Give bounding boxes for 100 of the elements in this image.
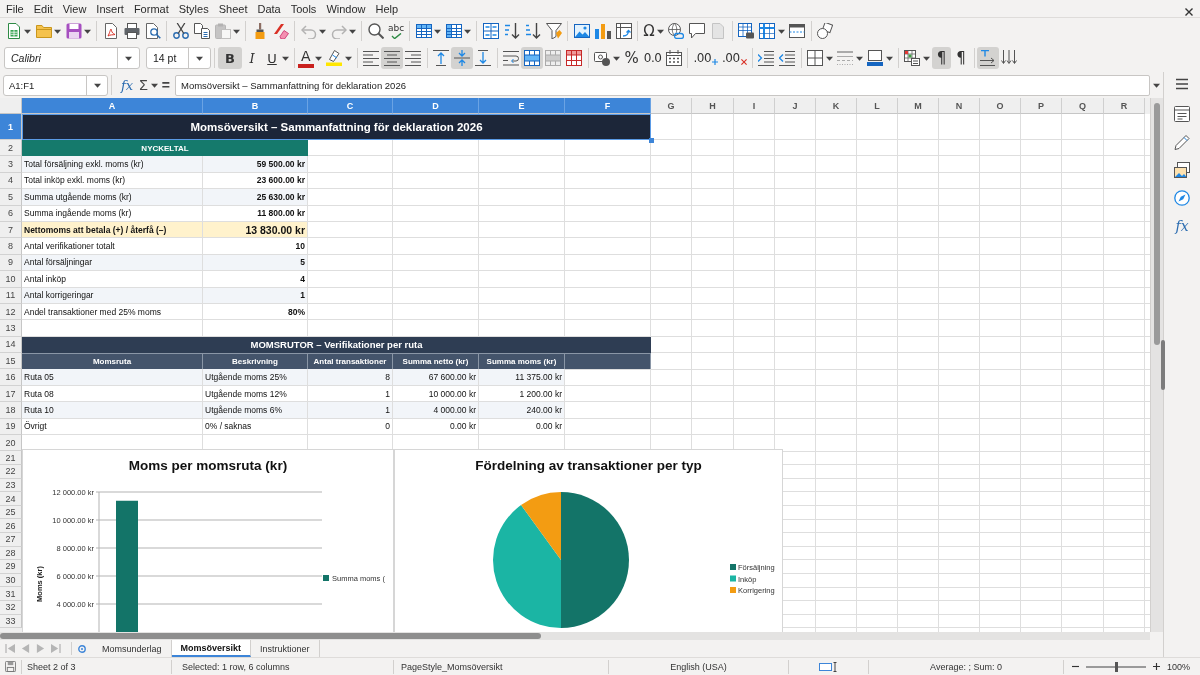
- gallery-icon[interactable]: [1174, 162, 1190, 178]
- selection-mode-icon[interactable]: [818, 661, 839, 672]
- menu-item[interactable]: Format: [128, 2, 174, 15]
- menu-item[interactable]: Help: [370, 2, 404, 15]
- column-header[interactable]: J: [775, 98, 816, 114]
- border-color-icon[interactable]: [867, 50, 884, 66]
- column-header[interactable]: D: [393, 98, 479, 114]
- align-top-icon[interactable]: [433, 50, 450, 66]
- vertical-text-icon[interactable]: [1001, 50, 1018, 66]
- shapes-icon[interactable]: [817, 23, 834, 39]
- align-center-icon[interactable]: [381, 47, 404, 69]
- row-header[interactable]: 2: [0, 140, 22, 157]
- zoom-in-icon[interactable]: [1153, 663, 1160, 670]
- sidebar-grip[interactable]: [1161, 340, 1165, 390]
- column-header[interactable]: O: [980, 98, 1021, 114]
- scrollbar-thumb[interactable]: [1154, 103, 1160, 345]
- increase-indent-icon[interactable]: [758, 50, 775, 66]
- caret-icon[interactable]: [314, 54, 322, 62]
- add-decimal-button[interactable]: .00: [691, 47, 721, 69]
- percent-format-button[interactable]: %: [621, 47, 642, 69]
- formula-input[interactable]: Momsöversikt – Sammanfattning för deklaration 2026: [175, 74, 1150, 96]
- pen-icon[interactable]: [1174, 134, 1190, 150]
- row-header[interactable]: 10: [0, 271, 22, 288]
- table-rows-icon[interactable]: [415, 23, 432, 39]
- vertical-scrollbar[interactable]: [1150, 98, 1163, 632]
- sort-icon[interactable]: [482, 23, 499, 39]
- row-header[interactable]: 20: [0, 435, 22, 452]
- column-header[interactable]: K: [816, 98, 857, 114]
- magnifier-icon[interactable]: [367, 23, 384, 39]
- column-header[interactable]: G: [651, 98, 692, 114]
- caret-icon[interactable]: [24, 27, 31, 35]
- caret-icon[interactable]: [922, 54, 930, 62]
- borders-icon[interactable]: [807, 50, 824, 66]
- caret-icon[interactable]: [612, 54, 620, 62]
- column-header[interactable]: I: [734, 98, 775, 114]
- left-to-right-button[interactable]: ¶: [931, 47, 952, 69]
- name-box[interactable]: A1:F1: [3, 74, 108, 96]
- menu-item[interactable]: Window: [321, 2, 371, 15]
- sheet-tab[interactable]: Instruktioner: [251, 640, 320, 657]
- caret-icon[interactable]: [125, 54, 132, 62]
- language-text[interactable]: English (USA): [670, 661, 727, 672]
- image-icon[interactable]: [573, 23, 590, 39]
- freeze-table-icon[interactable]: [759, 23, 776, 39]
- bold-button[interactable]: B: [218, 47, 242, 69]
- right-to-left-button[interactable]: ¶: [951, 47, 971, 69]
- pdf-document-icon[interactable]: [102, 23, 119, 39]
- caret-icon[interactable]: [319, 27, 326, 35]
- italic-button[interactable]: I: [242, 47, 262, 69]
- caret-icon[interactable]: [233, 27, 240, 35]
- wrap-text-icon[interactable]: [503, 50, 520, 66]
- table-printer-icon[interactable]: [738, 23, 755, 39]
- menu-icon[interactable]: [1174, 76, 1190, 92]
- underline-button[interactable]: U: [262, 47, 282, 69]
- scissors-icon[interactable]: [172, 23, 189, 39]
- column-header[interactable]: F: [565, 98, 651, 114]
- copy-icon[interactable]: [193, 23, 210, 39]
- column-header[interactable]: Q: [1062, 98, 1104, 114]
- caret-icon[interactable]: [84, 27, 91, 35]
- caret-icon[interactable]: [1153, 81, 1160, 89]
- caret-icon[interactable]: [150, 81, 158, 89]
- spreadsheet-icon[interactable]: [5, 23, 22, 39]
- text-direction-icon[interactable]: [977, 47, 1000, 69]
- horizontal-scrollbar[interactable]: [0, 632, 1150, 640]
- row-header[interactable]: 21: [0, 451, 22, 465]
- column-header[interactable]: H: [692, 98, 734, 114]
- caret-icon[interactable]: [656, 27, 664, 35]
- zoom-level-text[interactable]: 100%: [1167, 661, 1191, 672]
- row-header[interactable]: 5: [0, 189, 22, 206]
- spelling-button[interactable]: abc: [386, 20, 407, 42]
- sort-descending-icon[interactable]: [524, 23, 541, 39]
- align-right-icon[interactable]: [405, 50, 422, 66]
- caret-icon[interactable]: [54, 27, 61, 35]
- printer-icon[interactable]: [123, 23, 140, 39]
- merge-cells-icon[interactable]: [521, 47, 544, 69]
- fill-handle[interactable]: [649, 138, 654, 143]
- caret-icon[interactable]: [282, 54, 289, 62]
- sort-ascending-icon[interactable]: [503, 23, 520, 39]
- table-columns-icon[interactable]: [445, 23, 462, 39]
- row-header[interactable]: 13: [0, 320, 22, 337]
- highlighter-icon[interactable]: [326, 50, 343, 66]
- calendar-icon[interactable]: [665, 50, 682, 66]
- row-header[interactable]: 18: [0, 402, 22, 419]
- caret-icon[interactable]: [196, 54, 203, 62]
- font-size-combobox[interactable]: 14 pt: [146, 47, 211, 69]
- special-character-button[interactable]: Ω: [641, 20, 657, 42]
- caret-icon[interactable]: [93, 81, 101, 89]
- delete-decimal-button[interactable]: .00: [720, 47, 749, 69]
- column-header[interactable]: M: [898, 98, 939, 114]
- align-middle-icon[interactable]: [451, 47, 474, 69]
- column-header[interactable]: L: [857, 98, 898, 114]
- scrollbar-thumb[interactable]: [0, 633, 541, 639]
- eraser-icon[interactable]: [272, 23, 289, 39]
- add-sheet-icon[interactable]: [78, 644, 86, 653]
- column-header[interactable]: P: [1021, 98, 1062, 114]
- font-name-combobox[interactable]: Calibri: [4, 47, 140, 69]
- menu-item[interactable]: Sheet: [213, 2, 253, 15]
- row-header[interactable]: 8: [0, 238, 22, 255]
- globe-link-icon[interactable]: [668, 23, 685, 39]
- split-window-icon[interactable]: [789, 23, 806, 39]
- function-wizard-button[interactable]: fx: [121, 77, 134, 93]
